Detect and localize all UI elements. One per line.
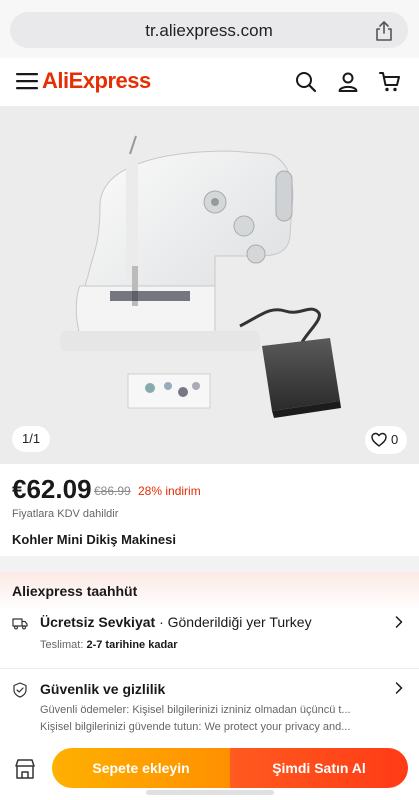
logo-prefix: Ali [42, 68, 69, 93]
security-title-text: Güvenlik ve gizlilik [40, 681, 166, 697]
sewing-machine-image [60, 135, 341, 418]
commitment-header: Aliexpress taahhüt [0, 572, 419, 610]
url-text: tr.aliexpress.com [145, 21, 273, 40]
price-block: €62.09 €86.99 28% indirim Fiyatlara KDV … [0, 464, 419, 556]
browser-bar: tr.aliexpress.com [0, 0, 419, 58]
free-shipping-label: Ücretsiz Sevkiyat [40, 614, 156, 630]
privacy-text: Kişisel bilgilerinizi güvende tutun: We … [40, 721, 351, 733]
store-icon[interactable] [14, 758, 36, 780]
shield-icon [13, 682, 27, 698]
shipping-title-line: Ücretsiz Sevkiyat · Gönderildiği yer Tur… [40, 614, 312, 630]
address-bar[interactable]: tr.aliexpress.com [10, 12, 408, 48]
security-row[interactable]: Güvenlik ve gizlilik Güvenli ödemeler: K… [0, 676, 419, 738]
wishlist-button[interactable]: 0 [365, 426, 407, 454]
delivery-estimate: Teslimat: 2-7 tarihine kadar [40, 639, 178, 651]
home-indicator [146, 790, 274, 795]
discount-label: 28% indirim [138, 484, 201, 498]
ship-from-label: · Gönderildiği yer Turkey [155, 614, 312, 630]
product-image[interactable] [0, 106, 419, 464]
commitment-title: Aliexpress taahhüt [12, 583, 138, 599]
tax-note: Fiyatlara KDV dahildir [12, 508, 119, 520]
current-price: €62.09 [12, 474, 92, 504]
original-price: €86.99 [94, 484, 131, 498]
truck-icon [12, 618, 28, 630]
menu-icon[interactable] [16, 72, 38, 90]
search-icon[interactable] [294, 70, 318, 94]
heart-icon [371, 432, 387, 447]
row-divider [0, 668, 419, 669]
secure-payments-text: Güvenli ödemeler: Kişisel bilgilerinizi … [40, 704, 351, 716]
buy-now-button[interactable]: Şimdi Satın Al [230, 748, 408, 788]
share-icon[interactable] [374, 20, 394, 42]
security-title: Güvenlik ve gizlilik [40, 681, 165, 697]
section-divider [0, 556, 419, 572]
chevron-right-icon [395, 682, 403, 694]
image-page-indicator: 1/1 [12, 426, 51, 452]
chevron-right-icon [395, 616, 403, 628]
shipping-row[interactable]: Ücretsiz Sevkiyat · Gönderildiği yer Tur… [0, 610, 419, 668]
delivery-value: 2-7 tarihine kadar [86, 639, 178, 651]
aliexpress-logo[interactable]: AliExpress [42, 68, 151, 94]
product-title: Kohler Mini Dikiş Makinesi [12, 532, 176, 547]
add-to-cart-button[interactable]: Sepete ekleyin [52, 748, 230, 788]
delivery-label: Teslimat: [40, 639, 87, 651]
account-icon[interactable] [336, 70, 360, 94]
cart-icon[interactable] [378, 70, 402, 94]
logo-suffix: Express [68, 68, 152, 93]
app-header: AliExpress [0, 58, 419, 106]
wishlist-count: 0 [391, 432, 399, 447]
